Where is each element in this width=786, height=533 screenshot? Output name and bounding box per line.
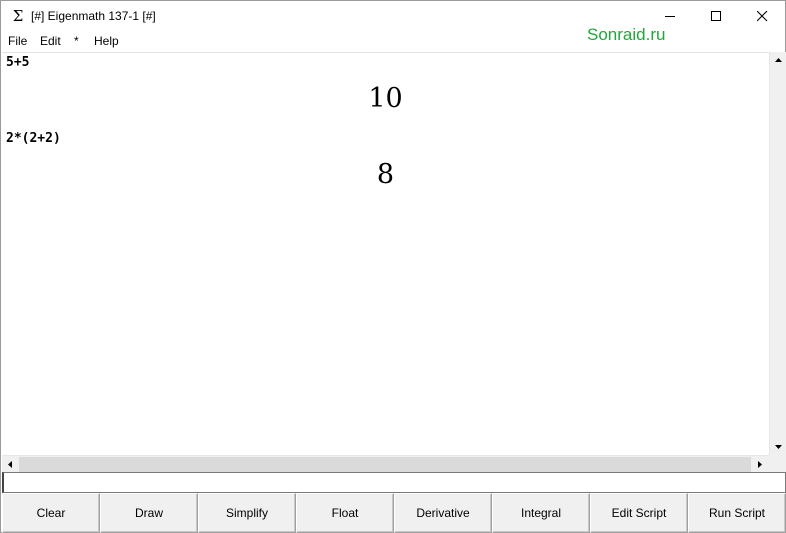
menu-file[interactable]: File [8, 34, 27, 48]
float-button[interactable]: Float [296, 493, 394, 533]
maximize-button[interactable] [693, 1, 739, 31]
arrow-up-icon [775, 58, 782, 62]
arrow-right-icon [758, 461, 762, 468]
menu-edit[interactable]: Edit [40, 34, 61, 48]
maximize-icon [711, 11, 721, 21]
scroll-corner [769, 455, 786, 472]
integral-button[interactable]: Integral [492, 493, 590, 533]
watermark-text: Sonraid.ru [587, 25, 666, 44]
close-button[interactable] [739, 1, 785, 31]
scroll-up-button[interactable] [770, 52, 786, 69]
button-row: Clear Draw Simplify Float Derivative Int… [2, 493, 786, 533]
arrow-left-icon [8, 461, 12, 468]
scroll-right-button[interactable] [751, 456, 768, 473]
vertical-scrollbar[interactable] [769, 52, 786, 455]
horizontal-scroll-thumb[interactable] [19, 457, 751, 472]
output-area[interactable]: 5+5 10 2*(2+2) 8 [2, 52, 769, 455]
close-icon [757, 11, 768, 22]
menu-bar: File Edit * Help Sonraid.ru [1, 25, 785, 51]
arrow-down-icon [775, 445, 782, 449]
menu-star[interactable]: * [74, 34, 79, 48]
horizontal-scrollbar[interactable] [2, 455, 769, 472]
output-input-line: 5+5 [6, 55, 30, 70]
output-result: 8 [376, 159, 395, 190]
eigenmath-window: Σ [#] Eigenmath 137-1 [#] File Edit * He… [0, 0, 786, 533]
clear-button[interactable]: Clear [2, 493, 100, 533]
menu-help[interactable]: Help [94, 34, 119, 48]
output-input-line: 2*(2+2) [6, 131, 61, 146]
edit-script-button[interactable]: Edit Script [590, 493, 688, 533]
minimize-icon [665, 16, 675, 17]
title-bar[interactable]: Σ [#] Eigenmath 137-1 [#] [1, 1, 785, 32]
derivative-button[interactable]: Derivative [394, 493, 492, 533]
output-result: 10 [368, 83, 403, 114]
sigma-icon[interactable]: Σ [11, 7, 25, 25]
command-input[interactable] [2, 472, 786, 493]
scroll-left-button[interactable] [2, 456, 19, 473]
run-script-button[interactable]: Run Script [688, 493, 786, 533]
scroll-down-button[interactable] [770, 438, 786, 455]
simplify-button[interactable]: Simplify [198, 493, 296, 533]
window-title: [#] Eigenmath 137-1 [#] [31, 9, 156, 23]
vertical-scroll-track[interactable] [771, 69, 786, 438]
draw-button[interactable]: Draw [100, 493, 198, 533]
